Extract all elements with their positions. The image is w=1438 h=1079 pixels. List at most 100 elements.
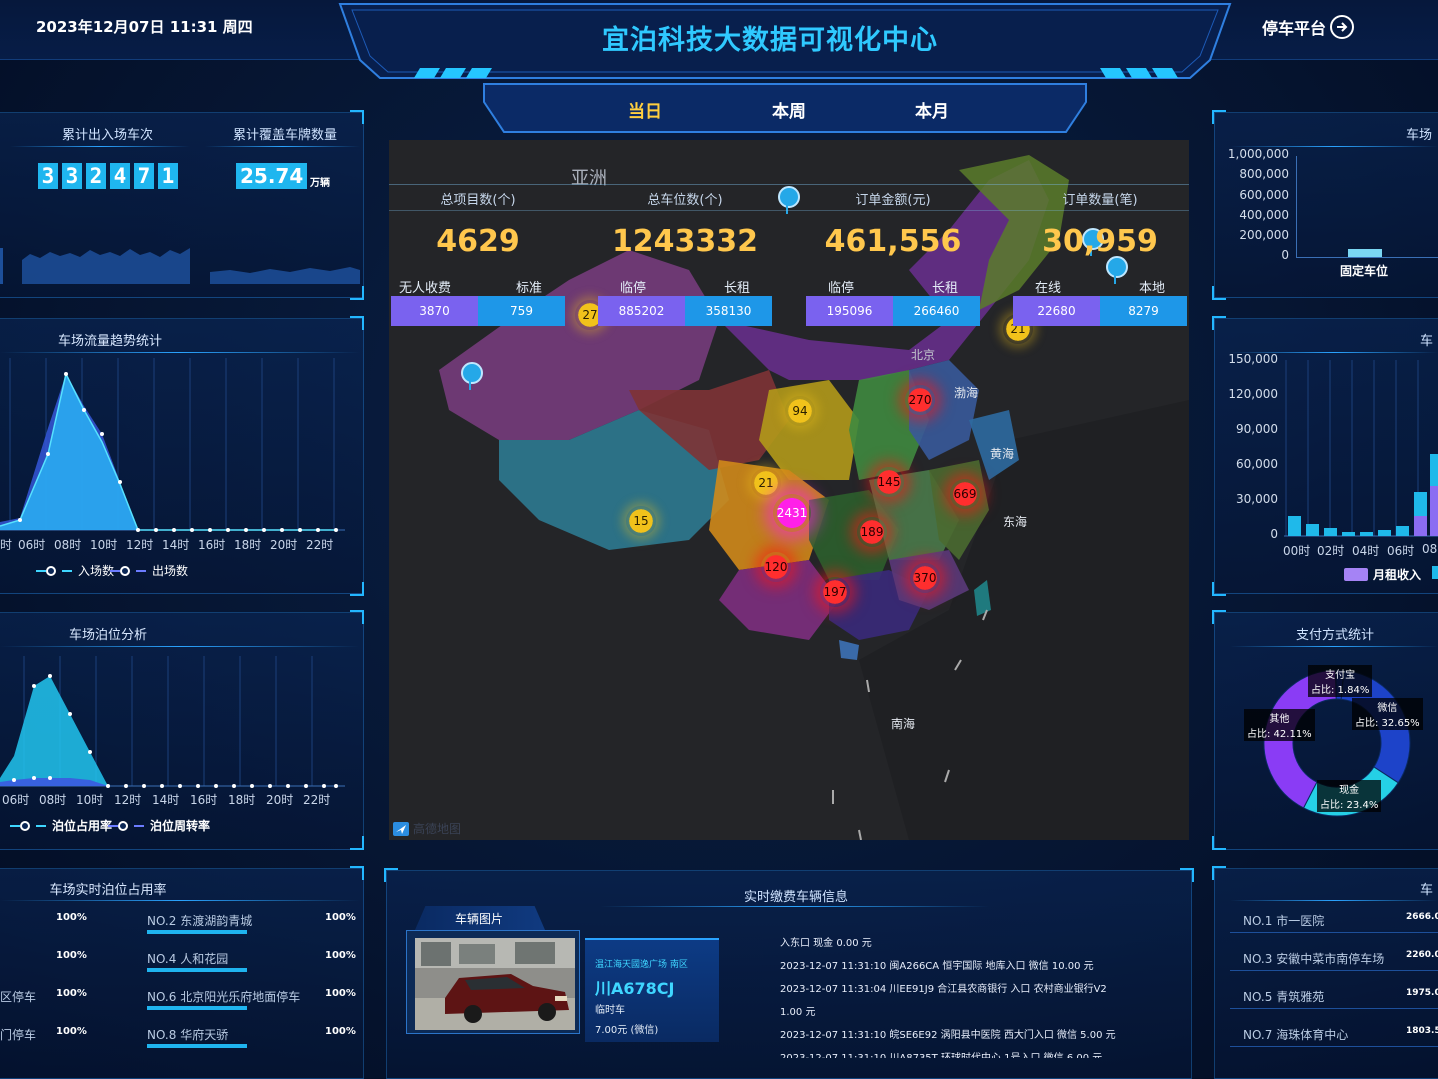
amap-logo-icon (393, 821, 409, 836)
rank-divider (1230, 1046, 1438, 1047)
corner-decor (350, 110, 364, 124)
x-tick: 06时 (1387, 544, 1415, 558)
title-underline (1230, 646, 1438, 647)
map-badge[interactable]: 21 (751, 468, 781, 498)
y-tick: 0 (1281, 248, 1289, 262)
corner-decor (1212, 610, 1226, 624)
map-badge[interactable]: 15 (626, 506, 656, 536)
legend-turnover[interactable]: 泊位周转率 (108, 817, 210, 834)
x-tick: 14时 (162, 538, 190, 552)
rank-row-value: 2260.0 (1406, 950, 1438, 960)
map-badge[interactable]: 120 (761, 552, 791, 582)
y-tick: 200,000 (1239, 228, 1289, 242)
entries-counter: 332471 (38, 163, 182, 189)
corner-decor (1212, 316, 1226, 330)
occupancy-row-pct: 100% (325, 988, 356, 999)
location-pin-icon[interactable] (1106, 256, 1128, 284)
map-badge[interactable]: 145 (874, 467, 904, 497)
stat-sub-value: 3870 (391, 296, 478, 326)
occupancy-row-pct: 100% (325, 1026, 356, 1037)
stat-value: 1243332 (611, 224, 759, 259)
attribution-text: 高德地图 (413, 822, 462, 836)
occupancy-row-name: NO.8 华府天骄 (147, 1028, 229, 1042)
feed-row: 2023-12-07 11:31:10 皖SE6E92 涡阳县中医院 西大门入口… (780, 1030, 1116, 1041)
x-tick: 22时 (303, 793, 331, 807)
map-attribution: 高德地图 (393, 820, 461, 837)
location-pin-icon[interactable] (461, 362, 483, 390)
map-label-bohai: 渤海 (954, 386, 979, 400)
stat-sub-label: 长租 (932, 281, 959, 296)
legend-dot (20, 820, 30, 831)
occupancy-row-pct: 100% (56, 988, 87, 999)
occupancy-bar (147, 1044, 247, 1048)
map-badge[interactable]: 370 (910, 563, 940, 593)
map-container[interactable]: 亚洲 北京 渤海 黄海 东海 南海 27 94 21 15 21 270 145… (389, 140, 1189, 840)
tab-today[interactable]: 当日 (605, 97, 685, 122)
map-badge[interactable]: 270 (905, 385, 935, 415)
x-tick: 08时 (39, 793, 67, 807)
stat-value: 30,959 (1042, 224, 1158, 259)
rank-row-value: 1803.5 (1406, 1026, 1438, 1036)
title-underline (0, 646, 360, 647)
stat-sub-label: 长租 (724, 281, 751, 296)
x-tick: 22时 (306, 538, 334, 552)
title-underline (1230, 900, 1438, 901)
rank-row-name: NO.7 海珠体育中心 (1243, 1028, 1349, 1042)
legend-label: 出场数 (152, 564, 189, 578)
income-chart (1284, 360, 1438, 537)
title-underline (10, 146, 190, 147)
legend-swatch (1432, 566, 1438, 579)
slice-name: 现金 (1339, 785, 1360, 796)
tab-week[interactable]: 本周 (749, 97, 829, 122)
legend-occupancy[interactable]: 泊位占用率 (10, 817, 112, 834)
occupancy-row-name: 区停车 (0, 990, 37, 1004)
map-badge[interactable]: 189 (857, 517, 887, 547)
payment-title: 支付方式统计 (1295, 628, 1374, 643)
title-underline (600, 906, 990, 907)
x-tick: 20时 (270, 538, 298, 552)
x-tick: 04时 (1352, 544, 1380, 558)
legend-label: 泊位占用率 (52, 819, 113, 833)
map-badge[interactable]: 197 (820, 577, 850, 607)
map-badge[interactable]: 94 (785, 396, 815, 426)
y-tick: 60,000 (1236, 457, 1278, 471)
vehicle-photo[interactable] (415, 938, 575, 1030)
counter-digit: 3 (62, 163, 82, 189)
stat-overlay-line (389, 184, 1189, 185)
page-title: 宜泊科技大数据可视化中心 (602, 25, 938, 56)
corner-decor (350, 582, 364, 596)
rank-row-name: NO.3 安徽中菜市南停车场 (1243, 952, 1385, 966)
stat-sub-value: 22680 (1013, 296, 1100, 326)
x-tick: 12时 (126, 538, 154, 552)
map-badge[interactable]: 2431 (773, 494, 811, 532)
tab-month[interactable]: 本月 (892, 97, 972, 122)
legend-label: 泊位周转率 (150, 819, 211, 833)
platform-link[interactable]: 停车平台 (1262, 14, 1355, 40)
slice-pct: 占比: 32.65% (1355, 718, 1420, 729)
corner-decor (1212, 866, 1226, 880)
map-badge[interactable]: 669 (950, 479, 980, 509)
y-tick: 800,000 (1239, 167, 1289, 181)
x-tick: 16时 (198, 538, 226, 552)
feed-row: 1.00 元 (780, 1007, 816, 1018)
rank-row-name: NO.1 市一医院 (1243, 914, 1325, 928)
legend-exits[interactable]: 出场数 (110, 562, 188, 579)
continent-label: 亚洲 (571, 168, 607, 189)
occupancy-row-pct: 100% (56, 1026, 87, 1037)
corner-decor (1212, 836, 1226, 850)
x-tick: 固定车位 (1340, 264, 1389, 278)
payment-label-other: 其他 占比: 42.11% (1244, 709, 1315, 741)
stat-sub-value: 885202 (598, 296, 685, 326)
stat-label: 总车位数(个) (647, 193, 723, 208)
rank-row-name: NO.5 青筑雅苑 (1243, 990, 1325, 1004)
x-tick: 00时 (1283, 544, 1311, 558)
feed-list: 入东口 现金 0.00 元 2023-12-07 11:31:10 闽A266C… (776, 930, 1186, 1058)
platform-label: 停车平台 (1262, 19, 1327, 38)
slice-name: 支付宝 (1325, 670, 1356, 681)
payment-label-cash: 现金 占比: 23.4% (1317, 780, 1382, 812)
feed-title: 实时缴费车辆信息 (743, 890, 848, 905)
berth-title: 车场泊位分析 (68, 628, 147, 643)
legend-entries[interactable]: 入场数 (36, 562, 114, 579)
y-tick: 120,000 (1228, 387, 1278, 401)
legend-monthly-income[interactable]: 月租收入 (1344, 566, 1421, 583)
